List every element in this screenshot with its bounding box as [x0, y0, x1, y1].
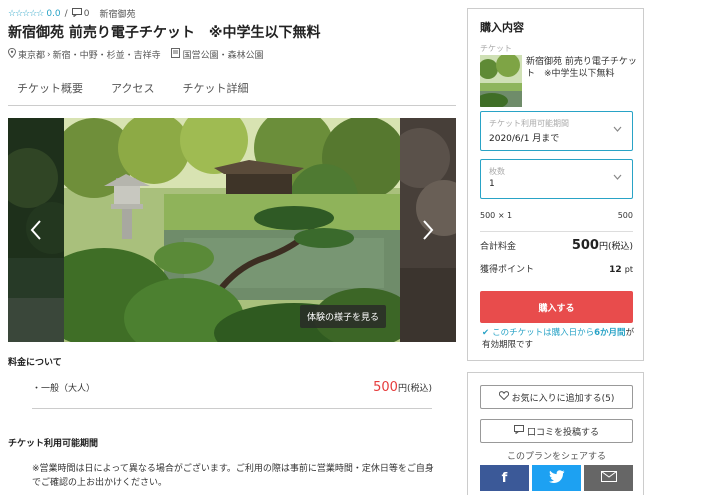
date-select-value: 2020/6/1 月まで [489, 134, 560, 144]
ticket-name: 新宿御苑 前売り電子チケット ※中学生以下無料 [526, 57, 637, 79]
ticket-thumbnail [480, 55, 522, 107]
validity-note: ✔ このチケットは購入日から6か月間が有効期限です [482, 327, 637, 351]
rating-row: ☆☆☆☆☆ 0.0 / 0 新宿御苑 [8, 7, 135, 20]
quantity-select-label: 枚数 [489, 167, 505, 176]
total-unit: 円(税込) [598, 242, 633, 252]
check-icon: ✔ [482, 328, 490, 338]
purchase-panel: 購入内容 チケット 新宿御苑 前売り電子チケット ※中学生以下無料 チケット利用… [467, 8, 644, 361]
total-row: 合計料金 500円(税込) [480, 238, 633, 253]
photo-carousel[interactable]: 体験の様子を見る [8, 118, 456, 342]
park-icon [170, 48, 180, 61]
tab-details[interactable]: チケット詳細 [173, 74, 257, 106]
date-select[interactable]: チケット利用可能期間 2020/6/1 月まで [480, 111, 633, 151]
price-amount: 500円(税込) [373, 380, 432, 395]
points-number: 12 [609, 265, 622, 275]
price-label: ・一般（大人） [32, 384, 96, 394]
favorite-button[interactable]: お気に入りに追加する(5) [480, 385, 633, 409]
post-review-label: 口コミを投稿する [526, 427, 599, 438]
tab-bar: チケット概要 アクセス チケット詳細 [8, 74, 456, 106]
tab-access[interactable]: アクセス [102, 74, 163, 106]
subtotal-formula: 500 × 1 [480, 211, 513, 220]
location-area[interactable]: 新宿・中野・杉並・吉祥寺 [53, 48, 161, 61]
divider [32, 408, 432, 409]
action-panel: お気に入りに追加する(5) 口コミを投稿する このプランをシェアする f [467, 372, 644, 495]
price-row: ・一般（大人） 500円(税込) [32, 380, 432, 395]
review-icon [71, 7, 82, 20]
subtotal-row: 500 × 1 500 [480, 211, 633, 220]
period-note: ※営業時間は日によって異なる場合がございます。ご利用の際は事前に営業時間・定休日… [32, 464, 434, 488]
heart-icon [498, 391, 509, 403]
chevron-down-icon [613, 125, 622, 135]
quantity-select-value: 1 [489, 179, 495, 189]
main-content: ☆☆☆☆☆ 0.0 / 0 新宿御苑 新宿御苑 前売り電子チケット ※中学生以下… [7, 0, 456, 495]
points-amount: 12 pt [609, 265, 633, 275]
location-row: 東京都 › 新宿・中野・杉並・吉祥寺 国営公園・森林公園 [7, 47, 264, 61]
total-label: 合計料金 [480, 242, 517, 252]
rating-value: 0.0 [46, 8, 61, 19]
post-review-button[interactable]: 口コミを投稿する [480, 419, 633, 443]
map-pin-icon [7, 47, 17, 61]
price-unit: 円(税込) [397, 384, 432, 394]
subtotal-amount: 500 [617, 211, 633, 220]
chevron-left-icon [30, 220, 41, 240]
divider [480, 231, 633, 232]
share-buttons: f [480, 465, 633, 491]
carousel-prev-button[interactable] [24, 216, 48, 244]
chevron-down-icon [613, 173, 622, 183]
date-select-label: チケット利用可能期間 [489, 119, 569, 128]
pricing-heading: 料金について [8, 358, 62, 368]
twitter-icon [548, 469, 565, 487]
share-label: このプランをシェアする [506, 452, 606, 462]
points-label: 獲得ポイント [480, 265, 535, 275]
page-title: 新宿御苑 前売り電子チケット ※中学生以下無料 [8, 25, 321, 41]
location-category[interactable]: 国営公園・森林公園 [183, 48, 264, 61]
tab-overview[interactable]: チケット概要 [8, 74, 92, 106]
review-count[interactable]: 0 [84, 9, 90, 19]
mail-icon [600, 470, 617, 486]
review-icon [513, 425, 524, 437]
favorite-button-label: お気に入りに追加する(5) [511, 393, 615, 404]
period-heading: チケット利用可能期間 [8, 439, 99, 449]
chevron-right-icon: › [47, 49, 51, 60]
total-amount: 500円(税込) [572, 238, 633, 253]
validity-highlight: 6か月間 [594, 328, 626, 338]
purchase-title: 購入内容 [480, 21, 524, 34]
view-experience-button[interactable]: 体験の様子を見る [299, 305, 386, 328]
facebook-share-button[interactable]: f [480, 465, 529, 491]
chevron-right-icon [423, 220, 434, 240]
price-number: 500 [373, 380, 398, 395]
validity-prefix: このチケットは購入日から [492, 328, 595, 338]
area-link[interactable]: 新宿御苑 [99, 7, 135, 20]
ticket-label: チケット [480, 44, 512, 53]
location-region[interactable]: 東京都 [18, 48, 45, 61]
rating-stars: ☆☆☆☆☆ [8, 8, 44, 19]
rating-separator: / [64, 8, 68, 19]
quantity-select[interactable]: 枚数 1 [480, 159, 633, 199]
total-number: 500 [571, 238, 599, 253]
mail-share-button[interactable] [584, 465, 633, 491]
points-row: 獲得ポイント 12 pt [480, 262, 633, 275]
carousel-next-button[interactable] [416, 216, 440, 244]
buy-button[interactable]: 購入する [480, 291, 633, 323]
facebook-icon: f [501, 470, 508, 486]
points-unit: pt [624, 265, 633, 274]
twitter-share-button[interactable] [532, 465, 581, 491]
